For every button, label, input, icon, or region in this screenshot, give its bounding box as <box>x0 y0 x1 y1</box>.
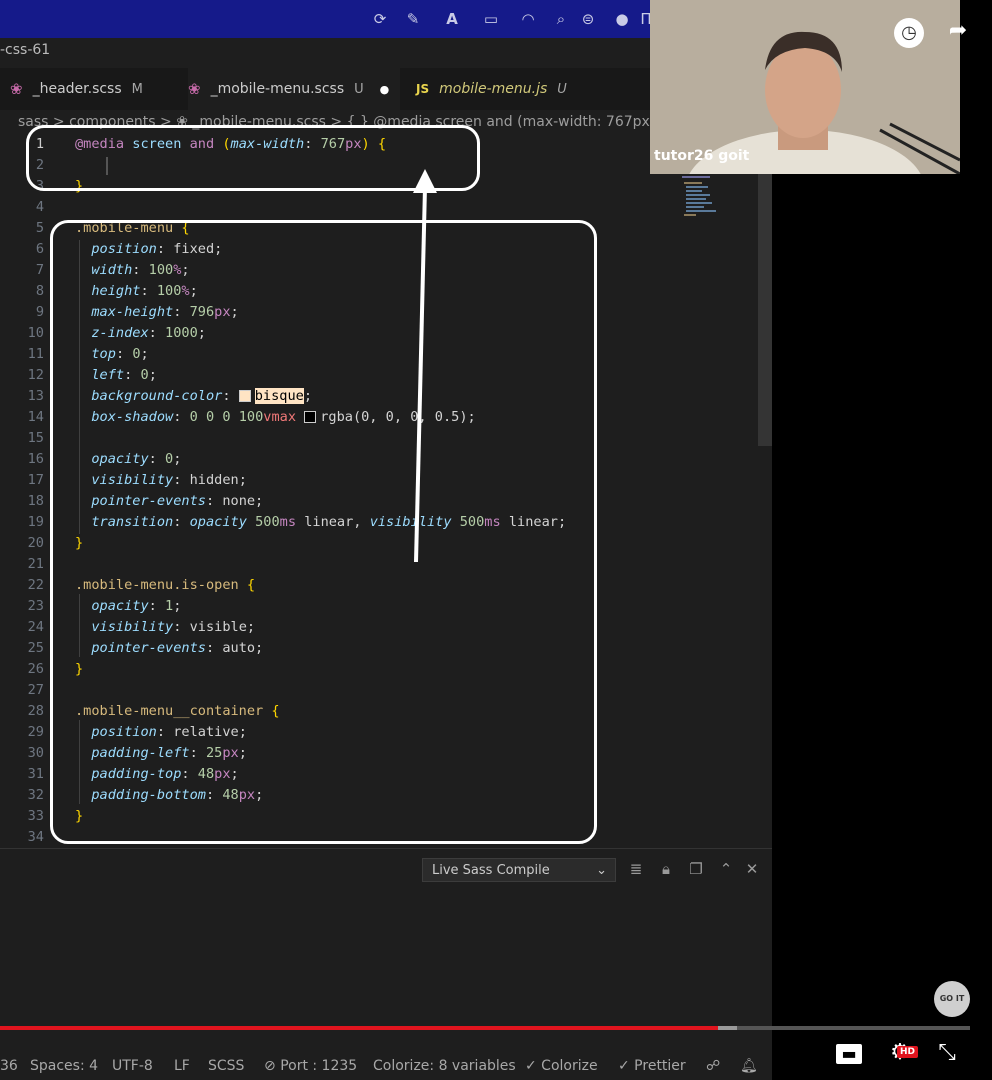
tab-label: _mobile-menu.scss <box>210 81 345 97</box>
line-number: 17 <box>27 472 44 488</box>
tab-status: U <box>557 81 567 97</box>
line-number: 7 <box>35 262 44 278</box>
line-number: 15 <box>27 430 44 446</box>
status-colorize[interactable]: ✓ Colorize <box>525 1058 598 1074</box>
status-prettier[interactable]: ✓ Prettier <box>618 1058 686 1074</box>
line-number: 23 <box>27 598 44 614</box>
tab-status: M <box>131 81 143 97</box>
js-icon: JS <box>416 82 430 96</box>
line-number: 31 <box>27 766 44 782</box>
line-number: 28 <box>27 703 44 719</box>
port-label: Port : 1235 <box>280 1058 358 1074</box>
line-number: 29 <box>27 724 44 740</box>
search-icon[interactable]: ⌕ <box>551 9 571 29</box>
status-indentation[interactable]: Spaces: 4 <box>30 1058 98 1074</box>
line-number: 20 <box>27 535 44 551</box>
share-icon[interactable]: ➦ <box>942 18 974 43</box>
battery-icon[interactable]: ▭ <box>478 9 504 29</box>
wifi-icon[interactable]: ◠ <box>518 9 538 29</box>
line-number: 4 <box>35 199 44 215</box>
annotation-box-styles <box>50 220 597 844</box>
status-colorize-vars[interactable]: Colorize: 8 variables <box>373 1058 516 1074</box>
line-number: 33 <box>27 808 44 824</box>
siri-icon[interactable]: ● <box>612 9 632 29</box>
line-number: 25 <box>27 640 44 656</box>
feather-icon[interactable]: ✎ <box>403 9 423 29</box>
line-number: 19 <box>27 514 44 530</box>
status-encoding[interactable]: UTF-8 <box>112 1058 153 1074</box>
no-entry-icon: ⊘ <box>264 1058 276 1074</box>
line-number: 8 <box>35 283 44 299</box>
line-number: 27 <box>27 682 44 698</box>
line-number: 12 <box>27 367 44 383</box>
system-menubar: ⟳ ✎ A ▭ ◠ ⌕ ⊜ ● П <box>0 0 652 38</box>
tab-mobile-menu-scss[interactable]: ❀ _mobile-menu.scss U ● <box>188 68 400 110</box>
subtitles-icon[interactable]: ▬ <box>836 1044 862 1064</box>
quality-badge: HD <box>897 1046 919 1058</box>
output-channel-value: Live Sass Compile <box>432 863 550 878</box>
status-eol[interactable]: LF <box>174 1058 190 1074</box>
tab-status: U <box>354 81 364 97</box>
line-number: 5 <box>35 220 44 236</box>
tab-label: mobile-menu.js <box>439 81 548 97</box>
line-number: 6 <box>35 241 44 257</box>
output-channel-select[interactable]: Live Sass Compile ⌄ <box>422 858 616 882</box>
line-number: 11 <box>27 346 44 362</box>
line-number: 34 <box>27 829 44 845</box>
tab-label: _header.scss <box>32 81 122 97</box>
line-number: 26 <box>27 661 44 677</box>
editor-scrollbar[interactable] <box>758 128 772 446</box>
watch-later-icon[interactable]: ◷ <box>894 18 924 48</box>
tab-header-scss[interactable]: ❀ _header.scss M <box>10 68 180 110</box>
sync-icon[interactable]: ⟳ <box>370 9 390 29</box>
line-number: 16 <box>27 451 44 467</box>
exit-fullscreen-icon[interactable]: ⤡ <box>932 1040 962 1065</box>
keyboard-layout-icon[interactable]: A <box>442 9 462 29</box>
minimap[interactable] <box>682 176 722 221</box>
chevron-down-icon: ⌄ <box>596 863 607 878</box>
line-number: 21 <box>27 556 44 572</box>
clear-output-icon[interactable]: ≣ <box>626 858 646 880</box>
status-port[interactable]: ⊘ Port : 1235 <box>264 1058 357 1074</box>
status-column[interactable]: 36 <box>0 1058 18 1074</box>
sass-icon: ❀ <box>188 80 201 98</box>
line-number: 18 <box>27 493 44 509</box>
lock-icon[interactable]: 🔒︎ <box>656 858 676 880</box>
bell-icon[interactable]: 🔔︎ <box>740 1058 758 1074</box>
copy-icon[interactable]: ❐ <box>686 858 706 880</box>
line-number: 24 <box>27 619 44 635</box>
status-language[interactable]: SCSS <box>208 1058 244 1074</box>
tab-mobile-menu-js[interactable]: JS mobile-menu.js U <box>416 68 596 110</box>
video-progress-fill[interactable] <box>0 1026 718 1030</box>
line-number: 13 <box>27 388 44 404</box>
maximize-panel-icon[interactable]: ⌃ <box>716 858 736 880</box>
line-number: 32 <box>27 787 44 803</box>
video-progress-buffer <box>718 1026 737 1030</box>
channel-badge[interactable]: GO IT <box>934 981 970 1017</box>
line-number: 10 <box>27 325 44 341</box>
close-panel-icon[interactable]: ✕ <box>742 858 762 880</box>
line-number: 22 <box>27 577 44 593</box>
presenter-name: tutor26 goit <box>654 148 750 164</box>
line-number: 14 <box>27 409 44 425</box>
line-number: 9 <box>35 304 44 320</box>
statusbar: 36 Spaces: 4 UTF-8 LF SCSS ⊘ Port : 1235… <box>0 1050 772 1080</box>
control-center-icon[interactable]: ⊜ <box>578 9 598 29</box>
unsaved-dot-icon[interactable]: ● <box>380 83 390 96</box>
feedback-icon[interactable]: ☍ <box>706 1058 720 1074</box>
sass-icon: ❀ <box>10 80 23 98</box>
annotation-arrow <box>413 169 437 563</box>
line-number: 30 <box>27 745 44 761</box>
window-title: -css-61 <box>0 42 51 58</box>
